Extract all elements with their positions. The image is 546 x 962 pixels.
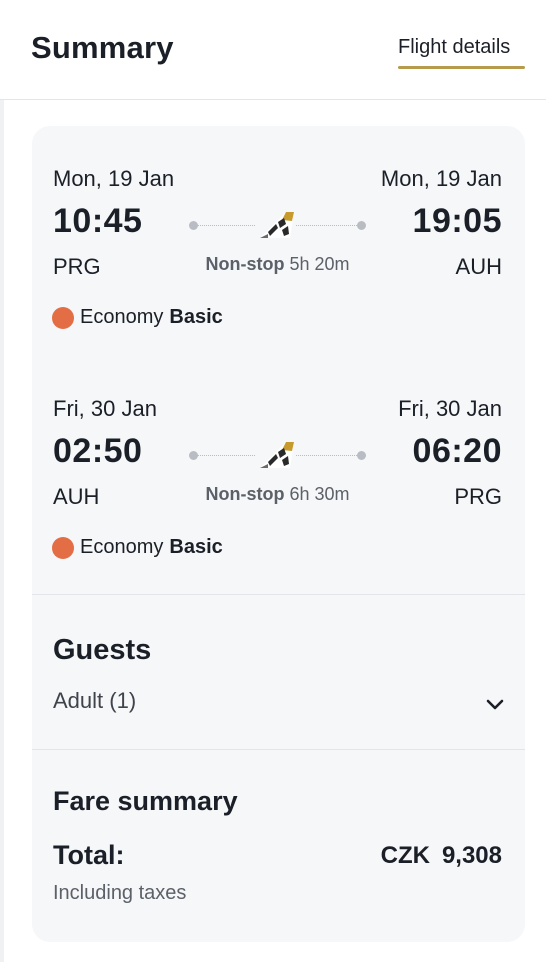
- cabin-class: Economy Basic: [52, 306, 223, 329]
- cabin-label: Economy: [80, 306, 164, 328]
- departure-time: 10:45: [53, 202, 143, 240]
- duration-label: 5h 20m: [289, 254, 350, 274]
- cabin-label: Economy: [80, 536, 164, 558]
- flight-leg-outbound: Mon, 19 Jan Mon, 19 Jan 10:45 19:05 PRG …: [32, 162, 525, 362]
- summary-header: Summary Flight details: [0, 0, 546, 100]
- airline-tail-logo-icon: [256, 438, 296, 472]
- origin-code: PRG: [53, 254, 101, 279]
- route-end-dot: [357, 221, 366, 230]
- taxes-note: Including taxes: [53, 882, 187, 904]
- route-end-dot: [357, 451, 366, 460]
- stops-label: Non-stop: [205, 254, 285, 274]
- arrival-date: Fri, 30 Jan: [398, 396, 502, 421]
- total-price: CZK 9,308: [381, 842, 502, 870]
- scroll-rail: [0, 100, 4, 962]
- departure-time: 02:50: [53, 432, 143, 470]
- origin-code: AUH: [53, 484, 100, 509]
- destination-code: PRG: [454, 484, 502, 509]
- total-amount: 9,308: [441, 842, 502, 869]
- arrival-time: 06:20: [412, 432, 502, 470]
- fare-summary-title: Fare summary: [53, 786, 238, 816]
- cabin-dot-icon: [52, 536, 74, 559]
- tab-flight-details[interactable]: Flight details: [398, 36, 510, 59]
- currency-code: CZK: [380, 842, 430, 869]
- fare-tier-label: Basic: [169, 536, 223, 558]
- route-start-dot: [189, 221, 198, 230]
- route-start-dot: [189, 451, 198, 460]
- stops-duration: Non-stop 6h 30m: [152, 484, 403, 505]
- duration-label: 6h 30m: [289, 484, 350, 504]
- flight-leg-return: Fri, 30 Jan Fri, 30 Jan 02:50 06:20 AUH …: [32, 392, 525, 592]
- fare-tier-label: Basic: [169, 306, 223, 328]
- airline-tail-logo-icon: [256, 208, 296, 242]
- destination-code: AUH: [455, 254, 502, 279]
- arrival-time: 19:05: [412, 202, 502, 240]
- stops-duration: Non-stop 5h 20m: [152, 254, 403, 275]
- total-label: Total:: [53, 840, 125, 870]
- page-title: Summary: [31, 30, 174, 65]
- tab-active-indicator: [398, 66, 525, 69]
- guests-value: Adult (1): [53, 688, 137, 713]
- stops-label: Non-stop: [205, 484, 285, 504]
- departure-date: Fri, 30 Jan: [53, 396, 157, 421]
- cabin-class: Economy Basic: [52, 536, 223, 559]
- cabin-dot-icon: [52, 306, 74, 329]
- guests-title: Guests: [53, 634, 152, 666]
- departure-date: Mon, 19 Jan: [53, 166, 175, 191]
- section-divider: [32, 594, 525, 595]
- summary-card: Mon, 19 Jan Mon, 19 Jan 10:45 19:05 PRG …: [32, 126, 525, 942]
- section-divider: [32, 749, 525, 750]
- route-line: [186, 208, 369, 242]
- chevron-down-icon[interactable]: [483, 692, 507, 716]
- arrival-date: Mon, 19 Jan: [380, 166, 502, 191]
- route-line: [186, 438, 369, 472]
